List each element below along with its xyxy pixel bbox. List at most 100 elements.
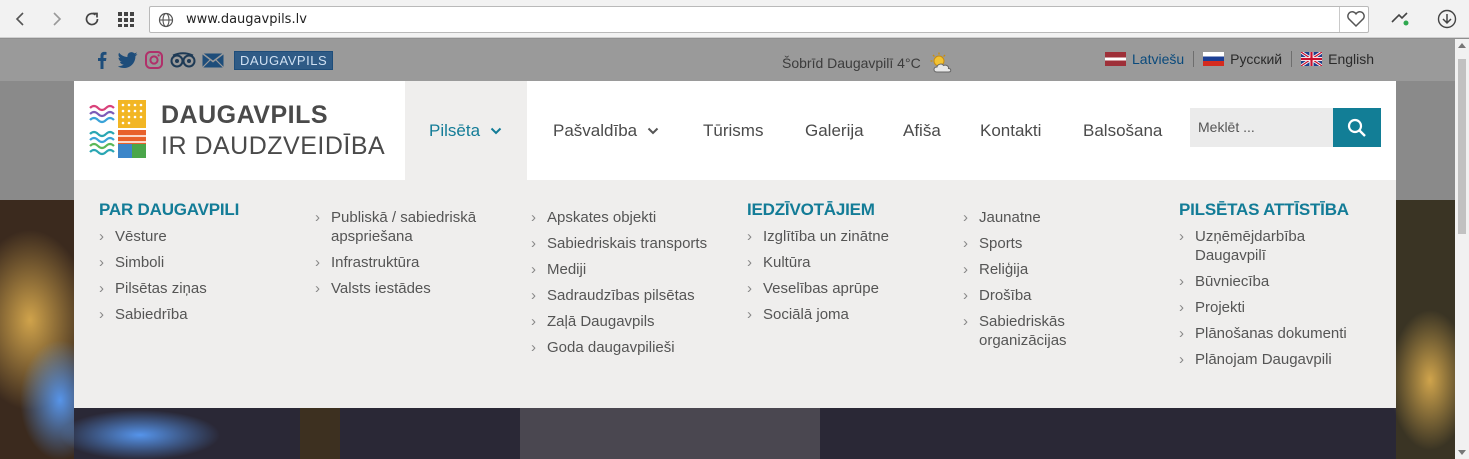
- mega-menu: PAR DAUGAVPILI Vēsture Simboli Pilsētas …: [74, 180, 1396, 408]
- grid-icon: [118, 12, 134, 27]
- forward-button[interactable]: [45, 7, 69, 31]
- reload-icon: [85, 12, 99, 26]
- menu-link[interactable]: Plānojam Daugavpili: [1179, 350, 1379, 369]
- daugavpils-badge[interactable]: DAUGAVPILS: [234, 50, 334, 70]
- nav-kontakti-label: Kontakti: [980, 120, 1042, 140]
- menu-link[interactable]: Apskates objekti: [531, 208, 731, 227]
- search-button[interactable]: [1333, 108, 1381, 147]
- menu-link[interactable]: Kultūra: [747, 253, 947, 272]
- scroll-thumb[interactable]: [1458, 59, 1466, 234]
- nav-pasvaldiba[interactable]: Pašvaldība: [553, 81, 659, 180]
- search-icon: [1347, 118, 1366, 137]
- menu-link[interactable]: Projekti: [1179, 298, 1379, 317]
- speed-dial-button[interactable]: [114, 7, 138, 31]
- site-logo[interactable]: [88, 100, 146, 163]
- download-icon: [1437, 9, 1457, 29]
- page-scrollbar[interactable]: [1455, 39, 1469, 459]
- menu-link[interactable]: Plānošanas dokumenti: [1179, 324, 1379, 343]
- menu-col-iedzivotajiem: IEDZĪVOTĀJIEM Izglītība un zinātne Kultū…: [747, 200, 947, 331]
- menu-link[interactable]: Izglītība un zinātne: [747, 227, 947, 246]
- vpn-icon: [1391, 12, 1409, 26]
- globe-icon: [158, 12, 174, 28]
- menu-link[interactable]: Sociālā joma: [747, 305, 947, 324]
- menu-link[interactable]: Sadraudzības pilsētas: [531, 286, 731, 305]
- menu-heading[interactable]: PAR DAUGAVPILI: [99, 200, 299, 220]
- menu-link[interactable]: Reliģija: [963, 260, 1113, 279]
- latvia-flag-icon: [1105, 52, 1126, 66]
- menu-link[interactable]: Veselības aprūpe: [747, 279, 947, 298]
- forward-arrow-icon: [53, 12, 62, 26]
- mail-icon[interactable]: [202, 50, 224, 70]
- menu-link[interactable]: Pilsētas ziņas: [99, 279, 299, 298]
- menu-link[interactable]: Valsts iestādes: [315, 279, 495, 298]
- menu-link[interactable]: Būvniecība: [1179, 272, 1379, 291]
- menu-link[interactable]: Publiskā / sabiedriskā apspriešana: [315, 208, 495, 246]
- nav-kontakti[interactable]: Kontakti: [980, 81, 1041, 180]
- weather-widget: Šobrīd Daugavpilī 4°C: [782, 52, 953, 74]
- menu-link[interactable]: Sabiedrība: [99, 305, 299, 324]
- menu-heading[interactable]: PILSĒTAS ATTĪSTĪBA: [1179, 200, 1379, 220]
- menu-link[interactable]: Goda daugavpilieši: [531, 338, 731, 357]
- language-switcher: Latviešu Русский English: [1105, 51, 1383, 67]
- menu-col-3: Apskates objekti Sabiedriskais transport…: [531, 208, 731, 364]
- nav-pasvaldiba-label: Pašvaldība: [553, 120, 638, 140]
- menu-link[interactable]: Jaunatne: [963, 208, 1113, 227]
- facebook-icon[interactable]: [92, 50, 112, 70]
- uk-flag-icon: [1301, 52, 1323, 66]
- menu-col-pilsetas-attistiba: PILSĒTAS ATTĪSTĪBA Uzņēmējdarbība Daugav…: [1179, 200, 1379, 376]
- site-header: DAUGAVPILS IR DAUDZVEIDĪBA Pilsēta Pašva…: [74, 81, 1396, 180]
- search-input[interactable]: Meklēt ...: [1190, 108, 1333, 147]
- lang-russian[interactable]: Русский: [1193, 51, 1291, 67]
- twitter-icon[interactable]: [118, 50, 138, 70]
- menu-link[interactable]: Simboli: [99, 253, 299, 272]
- social-links: DAUGAVPILS: [92, 50, 334, 70]
- nav-balsosana[interactable]: Balsošana: [1083, 81, 1162, 180]
- browser-toolbar: www.daugavpils.lv: [0, 0, 1469, 38]
- weather-text: Šobrīd Daugavpilī 4°C: [782, 55, 921, 71]
- logo-mark: [88, 100, 146, 158]
- chevron-down-icon: [490, 127, 502, 134]
- nav-turisms[interactable]: Tūrisms: [703, 81, 763, 180]
- menu-link[interactable]: Zaļā Daugavpils: [531, 312, 731, 331]
- menu-link[interactable]: Vēsture: [99, 227, 299, 246]
- address-divider: [1339, 7, 1340, 32]
- scroll-down-icon[interactable]: [1458, 450, 1466, 455]
- chevron-down-icon: [647, 127, 659, 134]
- nav-balsosana-label: Balsošana: [1083, 120, 1163, 140]
- menu-link[interactable]: Uzņēmējdarbība Daugavpilī: [1179, 227, 1339, 265]
- menu-col-par-daugavpili: PAR DAUGAVPILI Vēsture Simboli Pilsētas …: [99, 200, 299, 331]
- back-button[interactable]: [8, 7, 32, 31]
- extension-button[interactable]: [1388, 7, 1412, 31]
- heart-icon[interactable]: [1346, 10, 1366, 28]
- menu-link[interactable]: Sabiedriskais transports: [531, 234, 731, 253]
- downloads-button[interactable]: [1435, 7, 1459, 31]
- menu-link[interactable]: Sports: [963, 234, 1113, 253]
- nav-afisa[interactable]: Afiša: [903, 81, 941, 180]
- menu-col-5: Jaunatne Sports Reliģija Drošība Sabiedr…: [963, 208, 1113, 357]
- nav-pilseta[interactable]: Pilsēta: [405, 81, 527, 180]
- partly-cloudy-icon: [930, 52, 951, 73]
- lang-latvian[interactable]: Latviešu: [1105, 51, 1193, 67]
- nav-afisa-label: Afiša: [903, 120, 941, 140]
- menu-link[interactable]: Drošība: [963, 286, 1113, 305]
- lang-latvian-label: Latviešu: [1132, 51, 1185, 67]
- address-bar[interactable]: www.daugavpils.lv: [149, 6, 1369, 33]
- menu-link[interactable]: Infrastruktūra: [315, 253, 495, 272]
- menu-link[interactable]: Mediji: [531, 260, 731, 279]
- nav-galerija[interactable]: Galerija: [805, 81, 864, 180]
- menu-heading[interactable]: IEDZĪVOTĀJIEM: [747, 200, 947, 220]
- nav-galerija-label: Galerija: [805, 120, 864, 140]
- reload-button[interactable]: [80, 7, 104, 31]
- nav-pilseta-label: Pilsēta: [429, 120, 481, 140]
- scroll-up-icon[interactable]: [1458, 43, 1466, 48]
- menu-link[interactable]: Sabiedriskās organizācijas: [963, 312, 1113, 350]
- instagram-icon[interactable]: [144, 50, 164, 70]
- nav-turisms-label: Tūrisms: [703, 120, 764, 140]
- menu-col-2: Publiskā / sabiedriskā apspriešana Infra…: [315, 208, 495, 305]
- tripadvisor-icon[interactable]: [170, 50, 196, 70]
- russia-flag-icon: [1203, 52, 1225, 66]
- lang-english[interactable]: English: [1291, 51, 1383, 67]
- lang-english-label: English: [1328, 51, 1375, 67]
- brand-subtitle: IR DAUDZVEIDĪBA: [161, 132, 386, 160]
- lang-russian-label: Русский: [1230, 51, 1283, 67]
